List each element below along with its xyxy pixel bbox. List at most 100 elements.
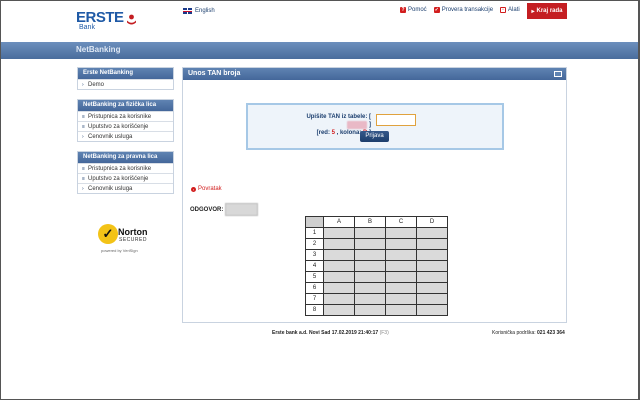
table-row: 3 [305, 249, 448, 261]
help-label: Pomoć [408, 7, 427, 13]
sidebar-item-pricelist[interactable]: › Cenovnik usluga [78, 131, 173, 141]
login-button[interactable]: Prijava [360, 131, 389, 142]
tools-label: Alati [508, 7, 520, 13]
redacted-cell [385, 260, 417, 272]
sidebar-item-pricelist[interactable]: › Cenovnik usluga [78, 183, 173, 193]
redacted-cell [416, 238, 448, 250]
logout-arrow-icon: ▸ [531, 8, 535, 15]
tan-grid: A B C D 12345678 [305, 216, 448, 316]
sidebar-section-title: NetBanking za fizička lica [78, 100, 173, 111]
redacted-cell [385, 249, 417, 261]
document-icon: ≡ [82, 175, 85, 182]
table-row: 8 [305, 304, 448, 316]
tan-code-redacted: XXXXX [347, 121, 368, 129]
answer-value-redacted [225, 203, 259, 216]
mail-icon[interactable] [554, 71, 562, 77]
column-header: C [385, 216, 417, 228]
sidebar: Erste NetBanking › Demo NetBanking za fi… [77, 67, 174, 203]
sidebar-section-title: Erste NetBanking [78, 68, 173, 79]
column-header: A [323, 216, 355, 228]
sidebar-item-manual[interactable]: ≡ Uputstvo za korišćenje [78, 121, 173, 131]
document-icon: ≡ [82, 123, 85, 130]
tan-prompt-line1: Upišite TAN iz tabele: [ XXXXX ] [286, 113, 371, 129]
main-panel-header: Unos TAN broja [183, 68, 566, 80]
redacted-cell [385, 282, 417, 294]
redacted-cell [323, 238, 355, 250]
row-number: 2 [305, 238, 324, 250]
main-panel: Unos TAN broja Upišite TAN iz tabele: [ … [182, 67, 567, 323]
redacted-cell [354, 282, 386, 294]
logout-label: Kraj rada [536, 8, 563, 14]
table-row: 1 [305, 227, 448, 239]
redacted-cell [354, 271, 386, 283]
tan-entry-box: Upišite TAN iz tabele: [ XXXXX ] [red: 5… [246, 103, 504, 150]
sidebar-item-application[interactable]: ≡ Pristupnica za korisnike [78, 111, 173, 121]
tan-grid-header: A B C D [305, 216, 448, 228]
help-link[interactable]: ? Pomoć [400, 7, 427, 13]
redacted-cell [354, 260, 386, 272]
sidebar-section-legal: NetBanking za pravna lica ≡ Pristupnica … [77, 151, 174, 194]
transaction-check-link[interactable]: ✓ Provera transakcije [433, 7, 494, 13]
sidebar-item-label: Demo [88, 81, 105, 88]
help-icon: ? [400, 7, 406, 13]
table-row: 7 [305, 293, 448, 305]
row-number: 5 [305, 271, 324, 283]
tools-icon: ▫ [500, 7, 507, 13]
tan-prompt: Upišite TAN iz tabele: [ XXXXX ] [red: 5… [286, 113, 371, 137]
footer-timestamp: Erste bank a.d. Novi Sad 17.02.2019 21:4… [272, 330, 379, 336]
redacted-cell [354, 249, 386, 261]
table-row: 5 [305, 271, 448, 283]
sidebar-item-application[interactable]: ≡ Pristupnica za korisnike [78, 163, 173, 173]
back-arrow-icon: ‹ [191, 186, 196, 192]
redacted-cell [354, 293, 386, 305]
redacted-cell [385, 304, 417, 316]
checkmark-icon: ✓ [98, 224, 118, 244]
transaction-check-label: Provera transakcije [441, 7, 494, 13]
redacted-cell [416, 271, 448, 283]
redacted-cell [323, 304, 355, 316]
back-label: Povratak [198, 186, 222, 192]
norton-secured-label: SECURED [119, 237, 147, 243]
row-number: 1 [305, 227, 324, 239]
check-icon: ✓ [433, 7, 440, 13]
sidebar-item-demo[interactable]: › Demo [78, 79, 173, 89]
row-number: 3 [305, 249, 324, 261]
back-link[interactable]: ‹ Povratak [191, 186, 222, 192]
redacted-cell [323, 260, 355, 272]
uk-flag-icon [183, 8, 192, 14]
sidebar-item-label: Cenovnik usluga [88, 133, 133, 140]
navbar-title: NetBanking [76, 45, 121, 54]
erste-mark-icon [126, 12, 137, 25]
language-switch[interactable]: English [183, 8, 215, 14]
norton-powered-by: powered by VeriSign [101, 248, 138, 253]
tan-prompt-line2: [red: 5 , kolona: D ] [286, 129, 371, 137]
sidebar-item-label: Cenovnik usluga [88, 185, 133, 192]
redacted-cell [416, 282, 448, 294]
sidebar-section-title: NetBanking za pravna lica [78, 152, 173, 163]
sidebar-item-manual[interactable]: ≡ Uputstvo za korišćenje [78, 173, 173, 183]
table-row: 6 [305, 282, 448, 294]
norton-secured-badge[interactable]: ✓ Norton SECURED powered by VeriSign [98, 224, 158, 260]
redacted-cell [354, 227, 386, 239]
redacted-cell [416, 249, 448, 261]
column-header: B [354, 216, 386, 228]
table-row: 2 [305, 238, 448, 250]
arrow-right-icon: › [82, 185, 84, 192]
tan-input[interactable] [376, 114, 416, 126]
erste-logo[interactable]: ERSTE Bank [76, 9, 137, 31]
language-label: English [195, 8, 215, 14]
footer-support: Korisnička podrška: 021 423 364 [492, 330, 565, 336]
footer-info: Erste bank a.d. Novi Sad 17.02.2019 21:4… [272, 330, 389, 336]
document-icon: ≡ [82, 113, 85, 120]
document-icon: ≡ [82, 165, 85, 172]
logout-button[interactable]: ▸ Kraj rada [527, 3, 567, 19]
column-header: D [416, 216, 448, 228]
navbar: NetBanking [1, 42, 638, 59]
redacted-cell [385, 271, 417, 283]
top-links: ? Pomoć ✓ Provera transakcije ▫ Alati [400, 7, 520, 13]
redacted-cell [416, 260, 448, 272]
tools-link[interactable]: ▫ Alati [500, 7, 520, 13]
row-label: [red: [316, 130, 330, 136]
answer-row: ODGOVOR: [190, 203, 259, 216]
row-number: 8 [305, 304, 324, 316]
